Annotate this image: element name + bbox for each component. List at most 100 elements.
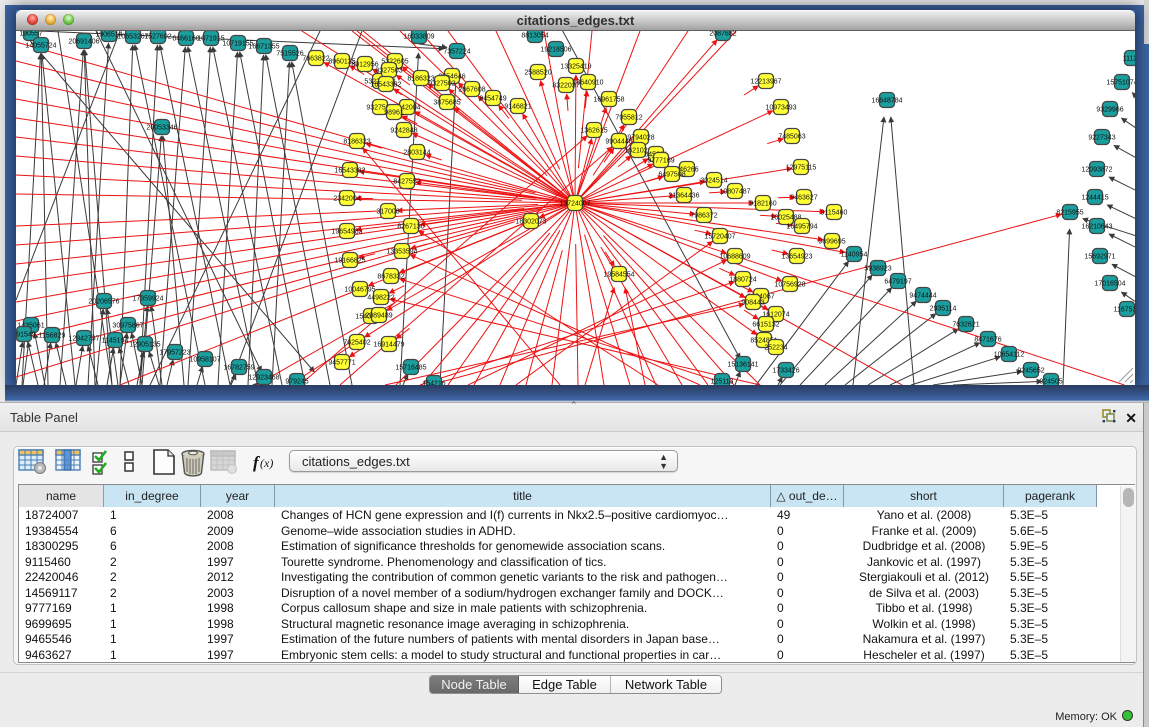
svg-text:16648784: 16648784 [871,98,902,105]
svg-text:12905135: 12905135 [129,342,160,349]
svg-text:1167533: 1167533 [1114,307,1135,314]
svg-text:1145194: 1145194 [102,338,129,345]
svg-text:17016504: 17016504 [1094,281,1125,288]
svg-text:2935114: 2935114 [930,306,957,313]
svg-text:20053346: 20053346 [146,125,177,132]
svg-text:9457771: 9457771 [328,360,355,367]
svg-text:13654923: 13654923 [781,254,812,261]
svg-text:10973493: 10973493 [765,105,796,112]
svg-text:7955812: 7955812 [615,115,642,122]
svg-text:2667608: 2667608 [458,87,485,94]
svg-text:20206576: 20206576 [88,299,119,306]
svg-text:6466160: 6466160 [172,36,199,43]
svg-text:16914479: 16914479 [373,342,404,349]
svg-text:12942737: 12942737 [68,336,99,343]
svg-text:1362615: 1362615 [580,128,607,135]
svg-text:21364436: 21364436 [668,193,699,200]
svg-text:8813054: 8813054 [521,33,548,40]
svg-text:10756928: 10756928 [774,282,805,289]
svg-text:3875685: 3875685 [433,100,460,107]
svg-text:(x): (x) [260,456,273,470]
svg-text:8471676: 8471676 [974,337,1001,344]
svg-text:15692971: 15692971 [1084,254,1115,261]
svg-text:98961: 98961 [384,110,404,117]
svg-text:18640910: 18640910 [572,80,603,87]
svg-text:9777169: 9777169 [647,158,674,165]
svg-text:6497508: 6497508 [658,172,685,179]
svg-text:19654983: 19654983 [331,229,362,236]
svg-text:4498222: 4498222 [367,295,394,302]
svg-text:1244415: 1244415 [1081,195,1108,202]
svg-text:13353594: 13353594 [386,249,417,256]
svg-text:2087682: 2087682 [709,31,736,38]
svg-text:8215955: 8215955 [1056,210,1083,217]
svg-text:17957223: 17957223 [159,350,190,357]
svg-text:9227343: 9227343 [1088,135,1115,142]
svg-text:16033809: 16033809 [403,34,434,41]
svg-text:5938923: 5938923 [864,266,891,273]
svg-text:12213967: 12213967 [750,79,781,86]
svg-text:9794028: 9794028 [627,135,654,142]
svg-text:12093872: 12093872 [1081,167,1112,174]
svg-text:9242848: 9242848 [390,128,417,135]
svg-text:11125: 11125 [1123,56,1135,63]
svg-text:16671355: 16671355 [248,44,279,51]
svg-text:1140954: 1140954 [841,252,868,259]
svg-text:7515526: 7515526 [276,51,303,58]
svg-text:15136141: 15136141 [727,362,758,369]
svg-text:14055724: 14055724 [25,43,56,50]
svg-text:1527602: 1527602 [144,34,171,41]
svg-text:1071915: 1071915 [197,36,224,43]
svg-text:1156829: 1156829 [39,333,66,340]
svg-text:13325419: 13325419 [560,64,591,71]
svg-text:10688609: 10688609 [719,254,750,261]
svg-text:9474444: 9474444 [909,293,936,300]
svg-text:16782759: 16782759 [223,365,254,372]
svg-text:1880724: 1880724 [729,277,756,284]
svg-text:16543382: 16543382 [370,82,401,89]
svg-text:13724007: 13724007 [559,201,590,208]
svg-text:9699695: 9699695 [818,239,845,246]
svg-text:6615132: 6615132 [752,322,779,329]
svg-text:16495794: 16495794 [786,224,817,231]
svg-text:7357224: 7357224 [443,49,470,56]
svg-text:9327502: 9327502 [428,81,455,88]
svg-text:252234: 252234 [764,345,787,352]
svg-text:2342004: 2342004 [333,196,360,203]
svg-text:16961758: 16961758 [593,97,624,104]
svg-text:317006: 317006 [376,209,399,216]
svg-text:9146821: 9146821 [504,104,531,111]
svg-text:8678332: 8678332 [377,274,404,281]
svg-text:3024514: 3024514 [700,178,727,185]
svg-text:17359924: 17359924 [132,296,163,303]
svg-text:391549: 391549 [16,332,36,339]
svg-text:15720407: 15720407 [704,234,735,241]
svg-text:7625402: 7625402 [343,340,370,347]
svg-text:30975867: 30975867 [112,323,143,330]
svg-text:7663822: 7663822 [302,56,329,63]
svg-text:10046795: 10046795 [344,287,375,294]
svg-text:16210643: 16210643 [1081,224,1112,231]
svg-text:9463627: 9463627 [790,195,817,202]
svg-text:15751074: 15751074 [1106,80,1135,87]
svg-text:18302073: 18302073 [515,219,546,226]
svg-text:9329966: 9329966 [1096,107,1123,114]
svg-text:8186323: 8186323 [343,139,370,146]
svg-text:9182160: 9182160 [749,201,776,208]
svg-text:19166825: 19166825 [334,258,365,265]
svg-text:8427552: 8427552 [393,179,420,186]
svg-text:9245652: 9245652 [1017,368,1044,375]
svg-text:190557: 190557 [19,31,42,38]
svg-text:7986372: 7986372 [690,213,717,220]
svg-text:10654112: 10654112 [994,352,1025,359]
svg-text:8267130: 8267130 [397,224,424,231]
svg-text:12923468: 12923468 [248,375,279,382]
svg-text:2588520: 2588520 [524,70,551,77]
svg-text:10958107: 10958107 [189,357,220,364]
svg-text:1733426: 1733426 [772,368,799,375]
svg-text:20691406: 20691406 [68,39,99,46]
svg-text:10807487: 10807487 [719,189,750,196]
svg-text:9115460: 9115460 [821,210,848,217]
svg-text:16543382: 16543382 [334,168,365,175]
svg-text:7632621: 7632621 [952,322,979,329]
